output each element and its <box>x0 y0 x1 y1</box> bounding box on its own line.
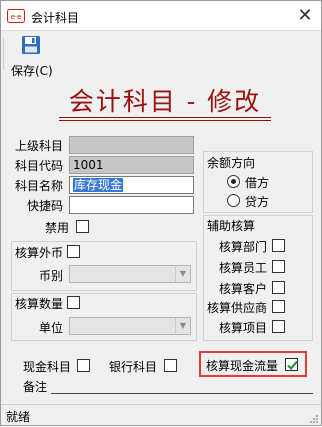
parent-account-field[interactable] <box>69 136 194 154</box>
shortcut-code-label: 快捷码 <box>27 199 64 213</box>
disabled-checkbox[interactable] <box>76 220 89 233</box>
account-name-label: 科目名称 <box>15 179 64 193</box>
currency-label: 币别 <box>39 269 64 283</box>
quantity-label: 核算数量 <box>15 297 64 311</box>
close-button[interactable]: ✕ <box>295 6 315 26</box>
aux-employee-label: 核算员工 <box>219 261 268 275</box>
status-text: 就绪 <box>6 410 31 424</box>
aux-accounting-title: 辅助核算 <box>207 219 256 233</box>
currency-select[interactable]: ▼ <box>69 265 191 283</box>
unit-label: 单位 <box>39 321 64 335</box>
chevron-down-icon: ▼ <box>175 266 190 282</box>
heading-underline-2 <box>59 120 271 121</box>
account-name-value: 库存现金 <box>73 178 124 192</box>
status-bar: 就绪 <box>1 404 321 425</box>
disabled-label: 禁用 <box>45 221 70 235</box>
account-code-label: 科目代码 <box>15 159 64 173</box>
quantity-checkbox[interactable] <box>67 296 80 309</box>
shortcut-code-field[interactable] <box>69 196 194 214</box>
bank-account-checkbox[interactable] <box>164 359 177 372</box>
title-bar: e·e 会计科目 ✕ <box>1 1 321 31</box>
account-code-field[interactable]: 1001 <box>69 156 194 174</box>
floppy-disk-icon <box>21 35 41 55</box>
aux-customer-checkbox[interactable] <box>272 281 285 294</box>
cash-flow-label: 核算现金流量 <box>206 359 279 373</box>
svg-text:e·e: e·e <box>11 13 22 21</box>
radio-selected-dot <box>231 179 236 184</box>
aux-customer-label: 核算客户 <box>219 282 268 296</box>
debit-radio[interactable] <box>227 175 240 188</box>
app-logo-icon: e·e <box>7 9 25 23</box>
memo-field[interactable] <box>51 393 313 394</box>
toolbar-separator <box>3 38 4 70</box>
aux-supplier-checkbox[interactable] <box>272 300 285 313</box>
memo-label: 备注 <box>23 380 48 394</box>
cash-flow-checkbox[interactable] <box>285 358 298 371</box>
parent-account-label: 上级科目 <box>15 139 64 153</box>
toolbar: 保存(C) <box>1 32 321 78</box>
chevron-down-icon: ▼ <box>175 318 190 334</box>
credit-radio[interactable] <box>227 194 240 207</box>
foreign-currency-checkbox[interactable] <box>67 245 80 258</box>
credit-label: 贷方 <box>245 195 270 209</box>
window-title: 会计科目 <box>31 11 80 25</box>
heading-underline-1 <box>59 117 271 118</box>
checkmark-icon <box>287 360 298 370</box>
aux-dept-label: 核算部门 <box>219 240 268 254</box>
form-heading: 会计科目 - 修改 <box>68 87 262 116</box>
account-edit-window: e·e 会计科目 ✕ 保存(C) 会计科目 - 修改 上级科目 科目代码 100… <box>0 0 322 426</box>
aux-project-label: 核算项目 <box>219 321 268 335</box>
resize-grip-icon[interactable] <box>309 413 319 423</box>
balance-direction-title: 余额方向 <box>207 156 256 170</box>
cash-account-checkbox[interactable] <box>77 359 90 372</box>
save-button[interactable]: 保存(C) <box>7 35 55 78</box>
save-label: 保存(C) <box>11 64 53 78</box>
aux-project-checkbox[interactable] <box>272 320 285 333</box>
unit-select[interactable]: ▼ <box>69 317 191 335</box>
debit-label: 借方 <box>245 176 270 190</box>
account-name-field[interactable]: 库存现金 <box>69 176 194 194</box>
cash-account-label: 现金科目 <box>23 360 72 374</box>
aux-employee-checkbox[interactable] <box>272 260 285 273</box>
foreign-currency-label: 核算外币 <box>15 246 64 260</box>
aux-supplier-label: 核算供应商 <box>207 301 268 315</box>
bank-account-label: 银行科目 <box>109 360 158 374</box>
aux-dept-checkbox[interactable] <box>272 239 285 252</box>
